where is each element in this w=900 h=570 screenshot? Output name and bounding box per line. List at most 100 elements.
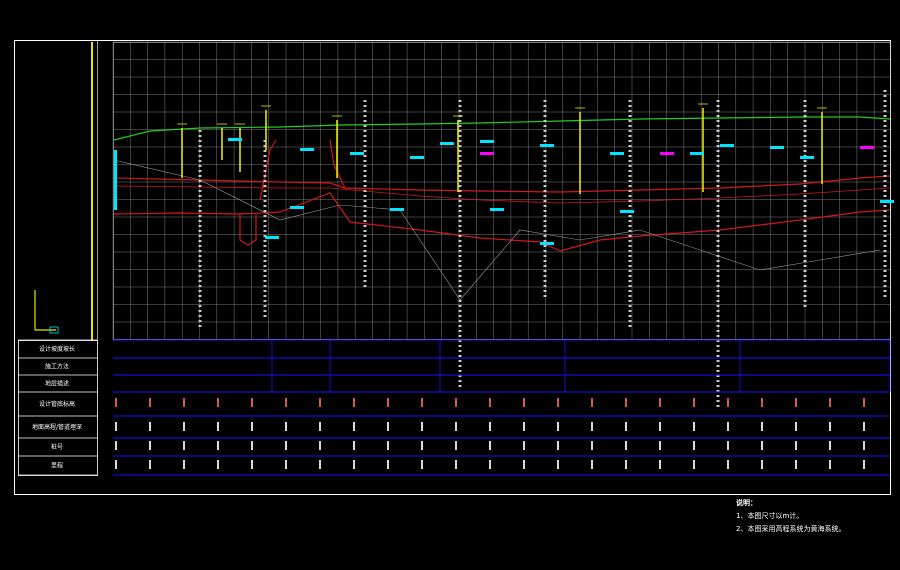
data-cell-mark — [115, 398, 117, 407]
data-cell-mark — [761, 422, 763, 431]
annotation-mark — [228, 138, 242, 141]
data-cell-mark — [727, 460, 729, 469]
data-cell-mark — [149, 460, 151, 469]
data-cell-mark — [217, 460, 219, 469]
data-cell-mark — [795, 398, 797, 407]
data-cell-mark — [659, 422, 661, 431]
data-cell-mark — [353, 460, 355, 469]
row-label: 里程 — [51, 462, 63, 470]
data-cell-mark — [489, 441, 491, 450]
data-cell-mark — [353, 441, 355, 450]
data-cell-mark — [591, 441, 593, 450]
annotation-mark — [300, 148, 314, 151]
data-cell-mark — [319, 398, 321, 407]
data-cell-mark — [421, 441, 423, 450]
data-cell-mark — [625, 398, 627, 407]
data-cell-mark — [455, 422, 457, 431]
data-cell-mark — [659, 398, 661, 407]
annotation-mark — [390, 208, 404, 211]
data-cell-mark — [591, 398, 593, 407]
annotation-mark — [265, 236, 279, 239]
data-cell-mark — [285, 460, 287, 469]
data-cell-mark — [115, 460, 117, 469]
data-cell-mark — [183, 460, 185, 469]
data-cell-mark — [183, 398, 185, 407]
data-cell-mark — [251, 398, 253, 407]
data-cell-mark — [557, 441, 559, 450]
data-cell-mark — [421, 460, 423, 469]
data-cell-mark — [217, 398, 219, 407]
data-cell-mark — [149, 398, 151, 407]
data-cell-mark — [557, 398, 559, 407]
data-cell-mark — [523, 422, 525, 431]
data-cell-mark — [523, 460, 525, 469]
data-cell-mark — [455, 460, 457, 469]
data-cell-mark — [761, 460, 763, 469]
annotation-mark — [290, 206, 304, 209]
drawing-notes: 说明： 1、本图尺寸以m计。 2、本图采用高程系统为黄海系统。 — [736, 497, 845, 536]
data-cell-mark — [421, 422, 423, 431]
data-cell-mark — [319, 460, 321, 469]
annotation-mark — [350, 152, 364, 155]
row-label: 设计坡度坡长 — [39, 345, 75, 353]
note-item-1: 1、本图尺寸以m计。 — [736, 512, 804, 520]
data-cell-mark — [115, 422, 117, 431]
data-cell-mark — [795, 422, 797, 431]
data-cell-mark — [727, 441, 729, 450]
row-label: 施工方法 — [45, 363, 69, 371]
data-cell-mark — [829, 441, 831, 450]
data-cell-mark — [727, 398, 729, 407]
data-cell-mark — [319, 441, 321, 450]
data-cell-mark — [863, 422, 865, 431]
data-cell-mark — [387, 441, 389, 450]
annotation-mark — [720, 144, 734, 147]
data-cell-mark — [795, 441, 797, 450]
data-cell-mark — [183, 422, 185, 431]
annotation-mark — [860, 146, 874, 149]
data-cell-mark — [523, 398, 525, 407]
data-cell-mark — [149, 422, 151, 431]
annotation-mark — [620, 210, 634, 213]
annotation-mark — [410, 156, 424, 159]
annotation-mark — [440, 142, 454, 145]
annotation-mark — [880, 200, 894, 203]
data-cell-mark — [659, 460, 661, 469]
data-cell-mark — [387, 460, 389, 469]
row-label: 桩号 — [51, 443, 63, 451]
data-cell-mark — [489, 422, 491, 431]
data-cell-mark — [591, 422, 593, 431]
data-cell-mark — [693, 441, 695, 450]
annotation-mark — [770, 146, 784, 149]
data-cell-mark — [285, 398, 287, 407]
data-cell-mark — [829, 460, 831, 469]
annotation-mark — [690, 152, 704, 155]
annotation-mark — [114, 150, 117, 210]
data-cell-mark — [659, 441, 661, 450]
data-cell-mark — [523, 441, 525, 450]
data-cell-mark — [557, 460, 559, 469]
data-cell-mark — [387, 398, 389, 407]
annotation-mark — [540, 144, 554, 147]
profile-drawing: 设计坡度坡长施工方法地层描述设计管底标高地面高程/管道埋深桩号里程 — [0, 0, 900, 570]
data-cell-mark — [353, 422, 355, 431]
data-cell-mark — [217, 441, 219, 450]
note-item-2: 2、本图采用高程系统为黄海系统。 — [736, 525, 846, 533]
data-cell-mark — [863, 441, 865, 450]
data-cell-mark — [761, 441, 763, 450]
data-cell-mark — [489, 398, 491, 407]
data-cell-mark — [829, 398, 831, 407]
data-cell-mark — [693, 398, 695, 407]
annotation-mark — [800, 156, 814, 159]
data-cell-mark — [183, 441, 185, 450]
annotation-mark — [480, 152, 494, 155]
data-cell-mark — [557, 422, 559, 431]
data-cell-mark — [591, 460, 593, 469]
data-cell-mark — [625, 460, 627, 469]
data-cell-mark — [149, 441, 151, 450]
notes-title: 说明： — [736, 499, 757, 507]
data-cell-mark — [761, 398, 763, 407]
annotation-mark — [490, 208, 504, 211]
data-cell-mark — [693, 460, 695, 469]
data-cell-mark — [115, 441, 117, 450]
row-label: 地层描述 — [45, 380, 69, 388]
